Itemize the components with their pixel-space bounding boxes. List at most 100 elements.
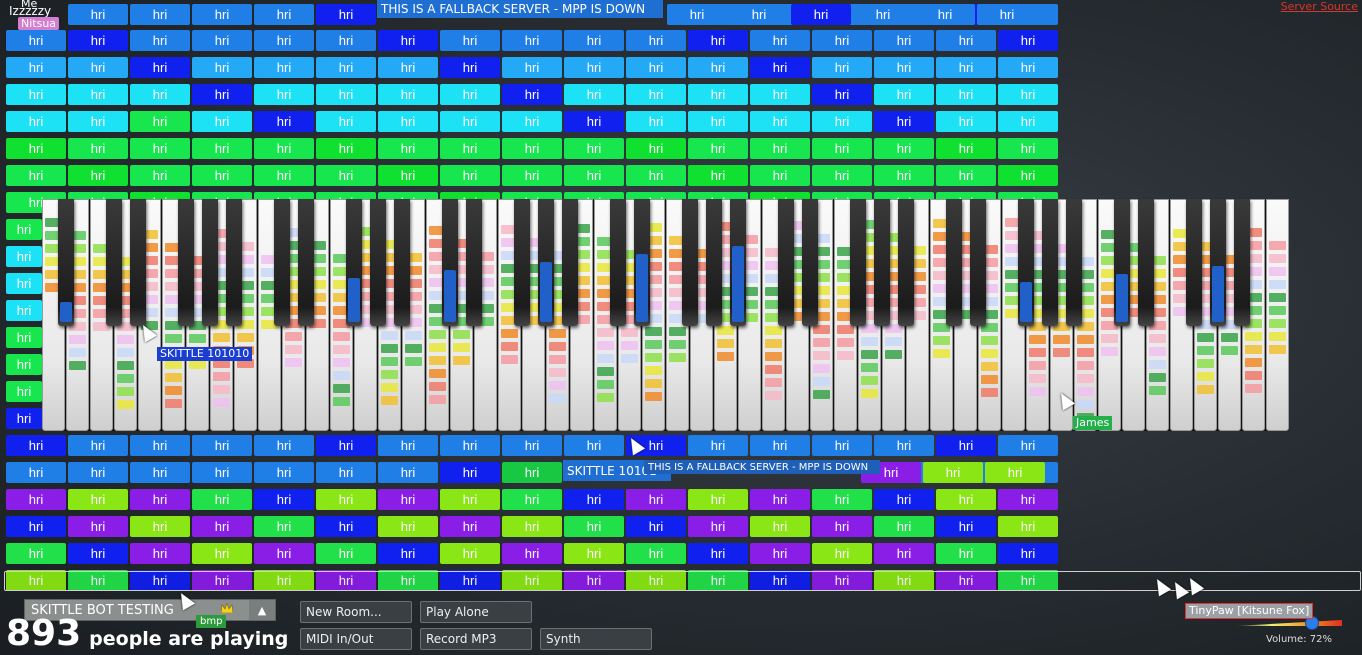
hri-bot-tag: hri (192, 111, 252, 132)
hri-bot-tag: hri (316, 138, 376, 159)
hri-bot-tag: hri (936, 57, 996, 78)
key-press-marker (669, 327, 686, 336)
hri-bot-tag: hri (688, 489, 748, 510)
black-key[interactable] (946, 199, 962, 326)
black-key[interactable] (898, 199, 914, 326)
black-key[interactable] (442, 199, 458, 326)
key-press-marker (1269, 345, 1286, 354)
midi-button[interactable]: MIDI In/Out (300, 628, 412, 650)
hri-bot-tag: hri (626, 111, 686, 132)
black-key[interactable] (298, 199, 314, 326)
hri-bot-tag: hri (502, 516, 562, 537)
black-key[interactable] (970, 199, 986, 326)
black-key[interactable] (562, 199, 578, 326)
black-key[interactable] (538, 199, 554, 326)
key-press-marker (1020, 282, 1032, 322)
black-key[interactable] (106, 199, 122, 326)
cursor-label-skittle: SKITTLE 101010 (157, 347, 253, 361)
key-press-marker (1212, 266, 1224, 322)
black-key[interactable] (370, 199, 386, 326)
hri-bot-tag: hri (626, 84, 686, 105)
key-press-marker (885, 350, 902, 359)
black-key[interactable] (610, 199, 626, 326)
black-key[interactable] (634, 199, 650, 326)
hri-bot-tag: hri (378, 462, 438, 483)
key-press-marker (837, 351, 854, 360)
hri-bot-tag: hri (68, 462, 128, 483)
black-key[interactable] (394, 199, 410, 326)
hri-bot-tag: hri (68, 111, 128, 132)
hri-bot-tag: hri (254, 462, 314, 483)
key-press-marker (348, 278, 360, 322)
piano-keyboard[interactable] (42, 199, 1289, 431)
black-key[interactable] (874, 199, 890, 326)
hri-bot-tag: hri (874, 489, 934, 510)
black-key[interactable] (1210, 199, 1226, 326)
black-key[interactable] (466, 199, 482, 326)
key-press-marker (69, 348, 86, 357)
key-press-marker (1116, 274, 1128, 322)
black-key[interactable] (730, 199, 746, 326)
server-source-link[interactable]: Server Source (1281, 0, 1358, 13)
black-key[interactable] (1138, 199, 1154, 326)
hri-bot-tag: hri (254, 165, 314, 186)
hri-bot-tag: hri (6, 246, 42, 267)
hri-bot-tag: hri (254, 30, 314, 51)
white-key[interactable] (1266, 199, 1289, 431)
black-key[interactable] (1234, 199, 1250, 326)
black-key[interactable] (346, 199, 362, 326)
volume-slider-track[interactable] (1234, 620, 1342, 626)
black-key[interactable] (778, 199, 794, 326)
key-press-marker (165, 360, 182, 369)
hri-bot-tag: hri (977, 4, 1037, 25)
hri-bot-tag: hri (502, 462, 562, 483)
black-key[interactable] (850, 199, 866, 326)
key-press-marker (597, 380, 614, 389)
black-key[interactable] (1066, 199, 1082, 326)
hri-bot-tag: hri (6, 111, 66, 132)
key-press-marker (1077, 374, 1094, 383)
new-room-button[interactable]: New Room... (300, 601, 412, 623)
key-press-marker (429, 395, 446, 404)
key-press-marker (645, 366, 662, 375)
black-key[interactable] (514, 199, 530, 326)
key-press-marker (837, 338, 854, 347)
black-key[interactable] (802, 199, 818, 326)
key-press-marker (1077, 348, 1094, 357)
black-key[interactable] (58, 199, 74, 326)
hri-bot-tag: hri (68, 30, 128, 51)
key-press-marker (405, 357, 422, 366)
black-key[interactable] (202, 199, 218, 326)
hri-bot-tag: hri (874, 57, 934, 78)
key-press-marker (717, 352, 734, 361)
hri-bot-tag: hri (564, 516, 624, 537)
key-press-marker (549, 355, 566, 364)
black-key[interactable] (1042, 199, 1058, 326)
hri-bot-tag: hri (130, 84, 190, 105)
black-key[interactable] (178, 199, 194, 326)
record-mp3-button[interactable]: Record MP3 (420, 628, 532, 650)
black-key[interactable] (226, 199, 242, 326)
black-key[interactable] (1186, 199, 1202, 326)
key-press-marker (1245, 332, 1262, 341)
key-press-marker (765, 365, 782, 374)
hri-bot-tag: hri (254, 4, 314, 25)
key-press-marker (213, 333, 230, 342)
key-press-marker (165, 399, 182, 408)
black-key[interactable] (274, 199, 290, 326)
cursor-name-nitsua: Nitsua (18, 17, 60, 30)
key-press-marker (429, 343, 446, 352)
hri-bot-tag: hri (440, 138, 500, 159)
key-press-marker (597, 354, 614, 363)
play-alone-button[interactable]: Play Alone (420, 601, 532, 623)
black-key[interactable] (1114, 199, 1130, 326)
black-key[interactable] (682, 199, 698, 326)
synth-button[interactable]: Synth (540, 628, 652, 650)
black-key[interactable] (706, 199, 722, 326)
key-press-marker (117, 335, 134, 344)
black-key[interactable] (130, 199, 146, 326)
key-press-marker (1101, 334, 1118, 343)
hri-bot-tag: hri (130, 57, 190, 78)
key-press-marker (1269, 293, 1286, 302)
black-key[interactable] (1018, 199, 1034, 326)
